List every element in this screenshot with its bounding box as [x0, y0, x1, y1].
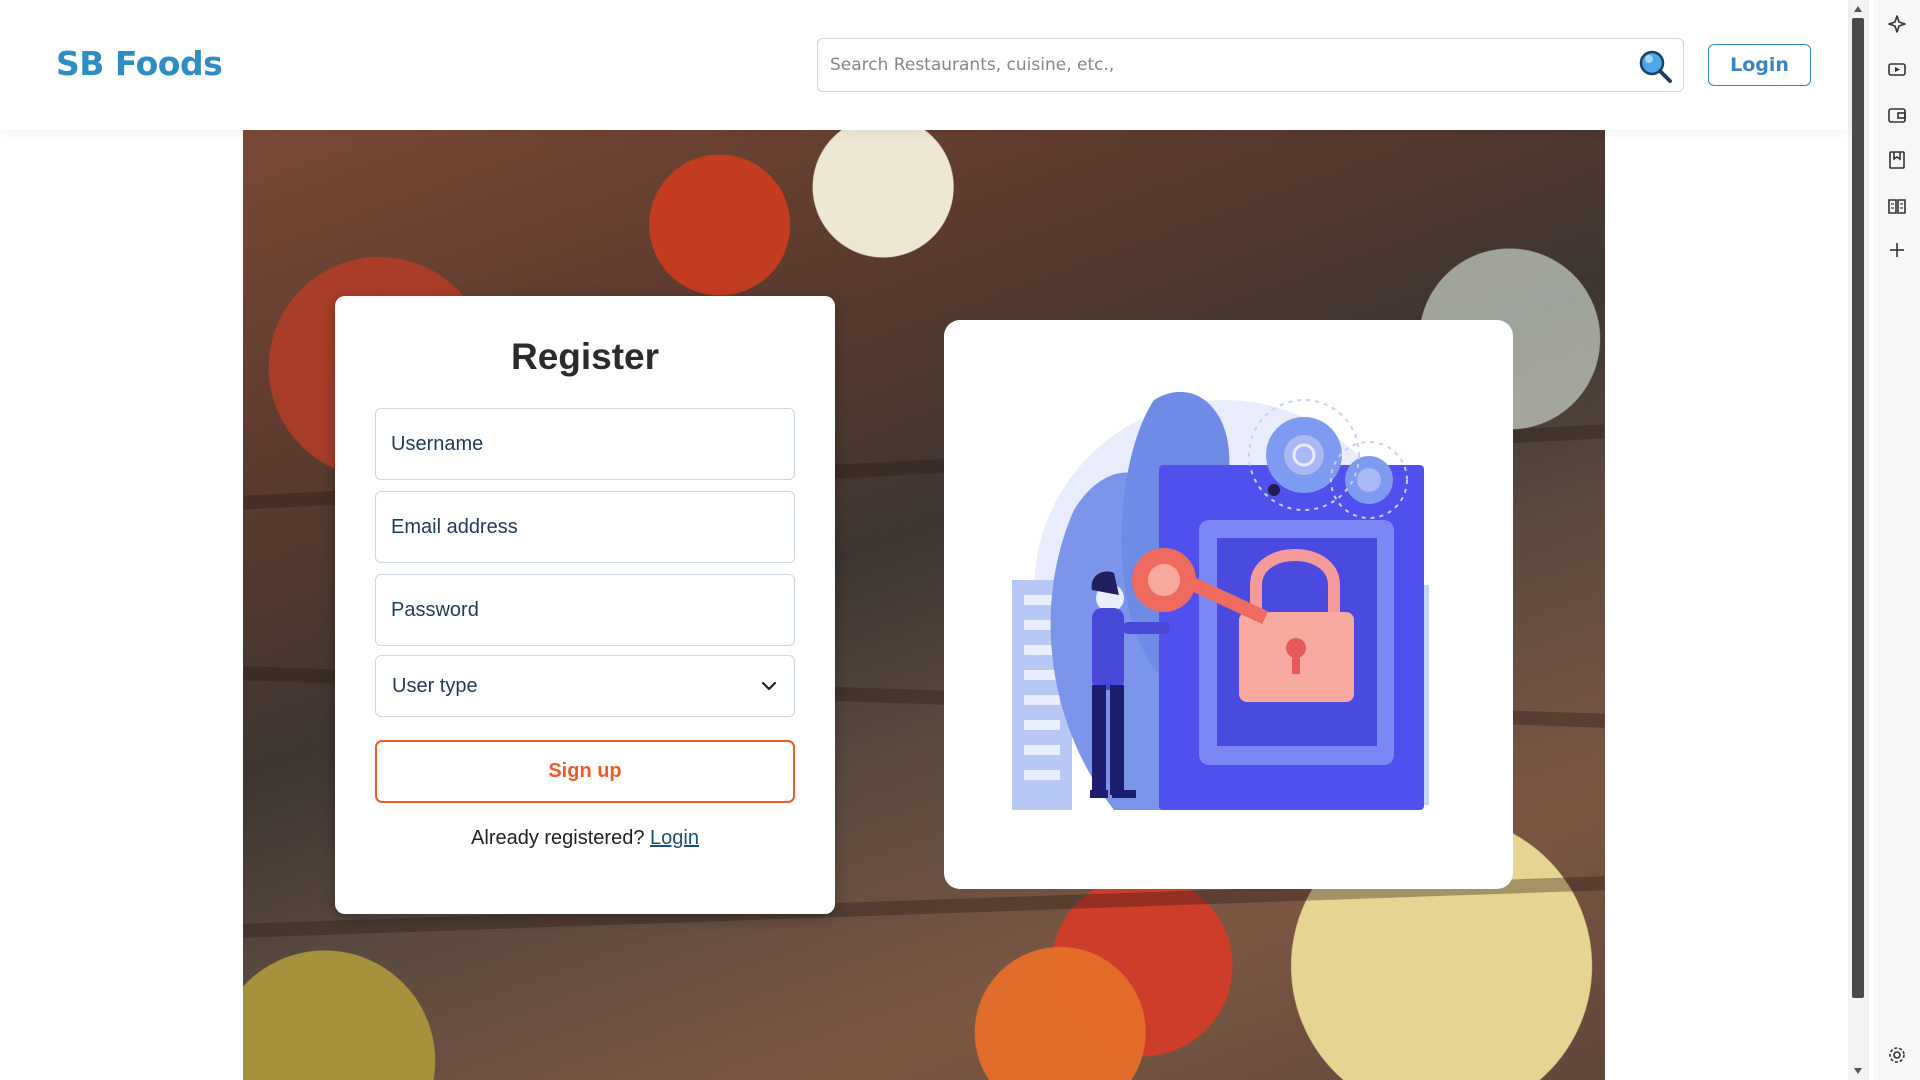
user-type-select[interactable]: User type [375, 655, 795, 717]
settings-icon[interactable] [1886, 1044, 1908, 1066]
wallet-icon[interactable] [1886, 104, 1908, 126]
email-field[interactable] [375, 491, 795, 563]
already-registered-label: Already registered? [471, 827, 645, 849]
brand-logo[interactable]: SB Foods [56, 44, 223, 83]
user-type-value: User type [392, 674, 478, 697]
browser-side-panel [1874, 0, 1920, 1080]
search-box[interactable] [817, 38, 1684, 92]
navbar: SB Foods Login [0, 0, 1848, 130]
bookmark-icon[interactable] [1886, 149, 1908, 171]
search-input[interactable] [830, 49, 1610, 81]
media-icon[interactable] [1886, 58, 1908, 80]
padlock-key-illustration [1012, 391, 1429, 810]
login-link[interactable]: Login [650, 827, 699, 849]
illustration-card [944, 320, 1513, 889]
search-icon[interactable] [1637, 48, 1673, 84]
password-field[interactable] [375, 574, 795, 646]
register-title: Register [510, 336, 660, 377]
login-button[interactable]: Login [1708, 44, 1811, 86]
scroll-up-icon[interactable] [1853, 4, 1863, 14]
scroll-down-icon[interactable] [1853, 1066, 1863, 1076]
already-registered-text: Already registered? Login [335, 827, 835, 850]
register-card: Register User type Sign up Already regis… [335, 296, 835, 914]
scrollbar-thumb[interactable] [1852, 18, 1864, 998]
username-field[interactable] [375, 408, 795, 480]
plus-icon[interactable] [1886, 239, 1908, 261]
chevron-down-icon [761, 681, 777, 691]
reader-icon[interactable] [1886, 195, 1908, 217]
signup-button[interactable]: Sign up [375, 740, 795, 803]
sparkle-icon[interactable] [1886, 13, 1908, 35]
